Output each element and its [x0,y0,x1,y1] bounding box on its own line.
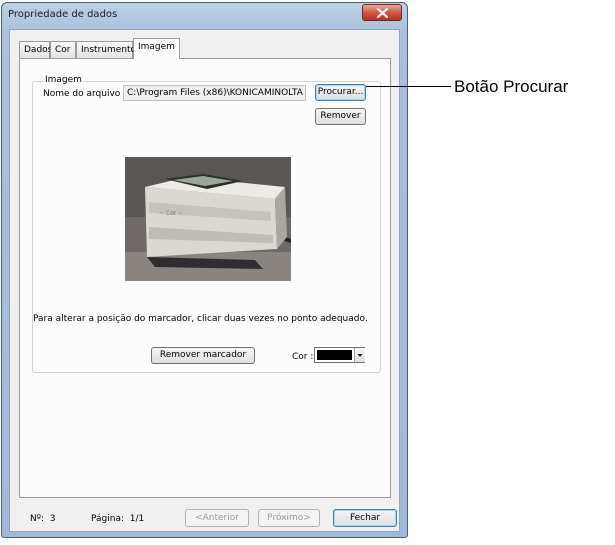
tab-label: Instrumento [81,45,137,55]
remove-image-button-label: Remover [320,111,361,121]
filename-label: Nome do arquivo : [43,89,127,99]
tab-instrumento[interactable]: Instrumento [76,41,137,58]
tab-label: Imagem [138,42,175,52]
callout-label: Botão Procurar [454,77,569,96]
dropdown-arrow-icon[interactable] [354,348,365,362]
close-dialog-button-label: Fechar [349,513,381,523]
instrument-photo-illustration: ~ Cor ~ [125,157,291,281]
color-label: Cor : [292,352,314,362]
tab-label: Cor [55,45,71,55]
browse-button-label: Procurar... [317,87,364,97]
tab-cor[interactable]: Cor [50,41,76,58]
marker-hint-text: Para alterar a posição do marcador, clic… [33,314,368,324]
instrument-photo: ~ Cor ~ [125,157,291,281]
close-x-icon [377,8,388,18]
dialog-window: Propriedade de dados Dados Cor Instrumen… [1,2,408,538]
window-title: Propriedade de dados [8,9,118,20]
remove-marker-button[interactable]: Remover marcador [151,347,255,364]
chevron-down-icon [357,354,363,357]
page-label: Página: [91,514,125,524]
record-number-value: 3 [49,514,56,524]
dialog-client-area: Dados Cor Instrumento Imagem Imagem Nome… [9,29,400,532]
previous-button[interactable]: <Anterior [185,509,249,527]
tab-dados[interactable]: Dados [19,41,53,58]
group-label: Imagem [43,75,84,85]
title-bar[interactable]: Propriedade de dados [2,3,407,29]
previous-button-label: <Anterior [195,513,239,523]
record-number-label: Nº: [30,514,45,524]
close-button[interactable] [362,4,402,21]
filename-field[interactable]: C:\Program Files (x86)\KONICAMINOLTA [123,85,306,101]
color-picker[interactable] [314,347,365,363]
next-button[interactable]: Próximo> [258,509,320,527]
callout-line [366,86,451,87]
record-number: Nº: 3 [30,514,55,524]
browse-button[interactable]: Procurar... [315,84,366,101]
remove-marker-button-label: Remover marcador [159,350,247,360]
color-swatch [317,350,352,360]
page-indicator: Página: 1/1 [91,514,144,524]
page-value: 1/1 [129,514,145,524]
tab-label: Dados [24,45,53,55]
svg-text:~ Cor ~: ~ Cor ~ [159,210,183,217]
close-dialog-button[interactable]: Fechar [333,509,397,527]
next-button-label: Próximo> [267,513,311,523]
tab-imagem[interactable]: Imagem [133,38,180,59]
remove-image-button[interactable]: Remover [315,108,366,125]
